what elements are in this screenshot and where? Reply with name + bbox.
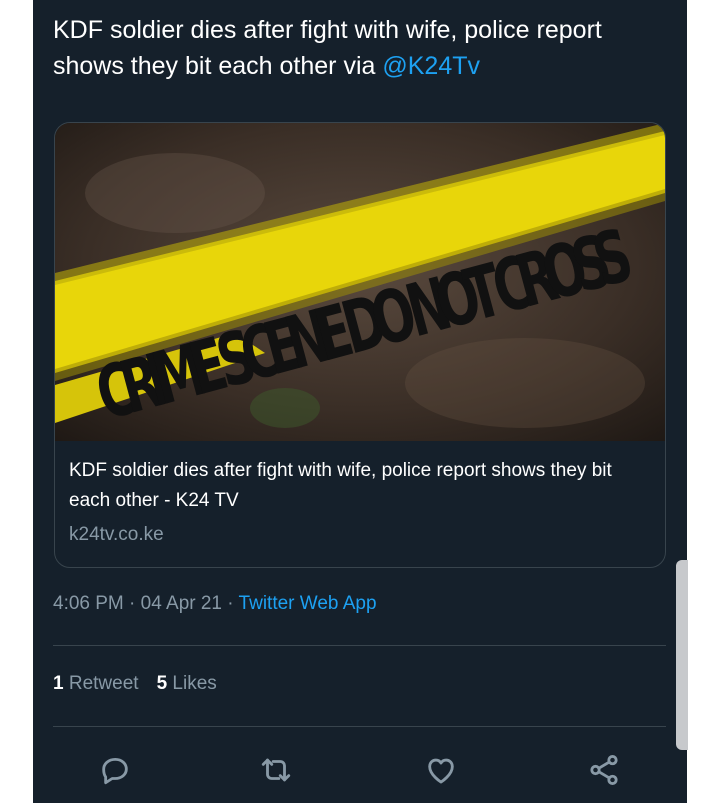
like-button[interactable]	[421, 750, 461, 790]
tweet-text: KDF soldier dies after fight with wife, …	[53, 12, 673, 84]
source-app-link[interactable]: Twitter Web App	[239, 593, 377, 614]
retweet-button[interactable]	[256, 750, 296, 790]
card-title: KDF soldier dies after fight with wife, …	[69, 460, 612, 511]
engagement-stats: 1 Retweet 5 Likes	[53, 673, 235, 695]
meta-separator: ·	[222, 593, 239, 614]
retweets-stat[interactable]: 1 Retweet	[53, 673, 139, 695]
meta-separator: ·	[123, 593, 141, 614]
scrollbar[interactable]	[676, 560, 688, 750]
reply-button[interactable]	[95, 750, 135, 790]
card-domain: k24tv.co.ke	[69, 524, 164, 545]
card-image[interactable]: CRIME SCENE DO NOT CROSS	[55, 123, 665, 441]
divider	[53, 726, 666, 727]
divider	[53, 645, 666, 646]
likes-stat[interactable]: 5 Likes	[157, 673, 217, 695]
tweet-time: 4:06 PM	[53, 593, 124, 614]
tweet-detail-panel: KDF soldier dies after fight with wife, …	[33, 0, 687, 803]
share-button[interactable]	[584, 750, 624, 790]
tweet-body: KDF soldier dies after fight with wife, …	[53, 16, 602, 80]
reply-icon	[102, 757, 128, 785]
tweet-metadata: 4:06 PM · 04 Apr 21 · Twitter Web App	[53, 593, 377, 615]
share-icon	[590, 754, 618, 786]
mention-link[interactable]: @K24Tv	[382, 52, 480, 80]
heart-icon	[428, 758, 454, 784]
tweet-date: 04 Apr 21	[140, 593, 222, 614]
retweet-icon	[261, 758, 291, 782]
link-preview-card[interactable]: CRIME SCENE DO NOT CROSS KDF soldier die…	[54, 122, 666, 568]
